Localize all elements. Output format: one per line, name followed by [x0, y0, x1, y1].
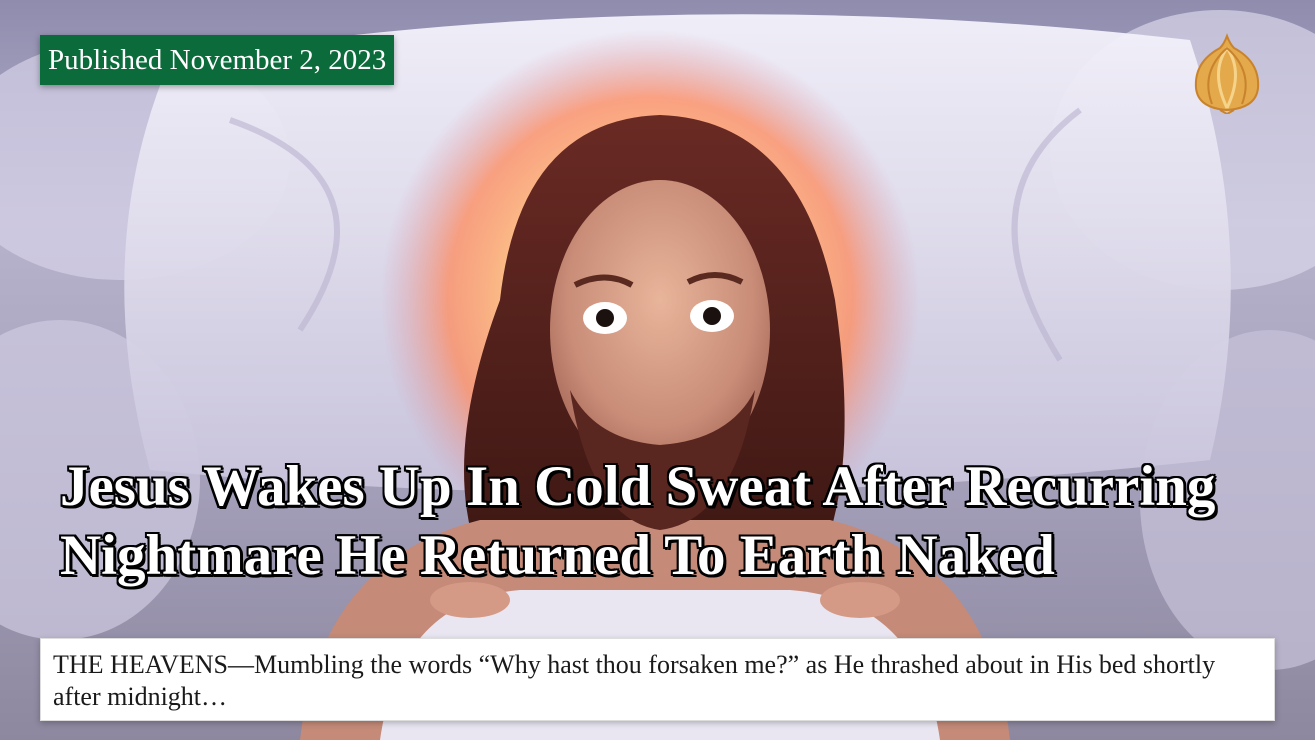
article-hero-image[interactable] [0, 0, 1315, 740]
startled-man-in-bed-photo [0, 10, 1315, 740]
published-date-label: Published November 2, 2023 [48, 43, 387, 76]
article-headline[interactable]: Jesus Wakes Up In Cold Sweat After Recur… [60, 452, 1300, 590]
onion-logo-icon[interactable] [1190, 32, 1264, 116]
article-excerpt: THE HEAVENS—Mumbling the words “Why hast… [40, 638, 1275, 721]
article-excerpt-text: THE HEAVENS—Mumbling the words “Why hast… [53, 650, 1216, 711]
onion-logo-graphic [1194, 33, 1260, 116]
published-date-badge: Published November 2, 2023 [40, 35, 395, 85]
